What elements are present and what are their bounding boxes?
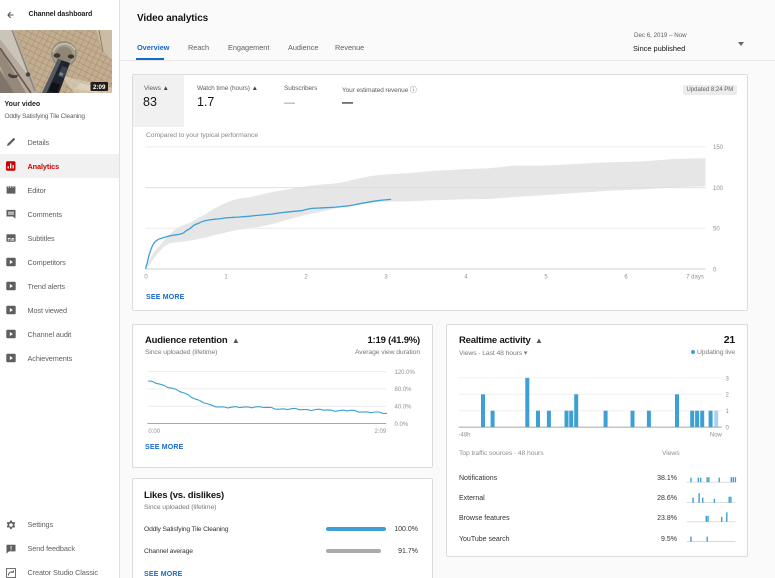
svg-text:1: 1: [726, 409, 730, 415]
svg-text:2:09: 2:09: [93, 84, 106, 91]
svg-text:0: 0: [713, 267, 717, 273]
svg-text:Now: Now: [710, 433, 723, 439]
svg-text:0.0%: 0.0%: [395, 422, 409, 428]
svg-text:0: 0: [144, 275, 148, 281]
svg-text:1: 1: [224, 275, 228, 281]
svg-text:2: 2: [726, 393, 730, 399]
svg-text:80.0%: 80.0%: [395, 387, 413, 393]
svg-text:120.0%: 120.0%: [395, 370, 416, 376]
svg-text:0:00: 0:00: [148, 429, 160, 435]
svg-text:40.0%: 40.0%: [395, 405, 413, 411]
svg-text:2:09: 2:09: [375, 429, 387, 435]
svg-text:50: 50: [713, 227, 720, 233]
svg-text:4: 4: [464, 275, 468, 281]
svg-text:7 days: 7 days: [686, 275, 704, 281]
svg-text:6: 6: [624, 275, 628, 281]
svg-text:-48h: -48h: [459, 433, 471, 439]
svg-text:5: 5: [544, 275, 548, 281]
svg-text:0: 0: [726, 426, 730, 432]
svg-text:3: 3: [726, 376, 730, 382]
svg-text:2: 2: [304, 275, 308, 281]
svg-text:100: 100: [713, 186, 724, 192]
svg-text:3: 3: [384, 275, 388, 281]
svg-text:150: 150: [713, 145, 724, 151]
